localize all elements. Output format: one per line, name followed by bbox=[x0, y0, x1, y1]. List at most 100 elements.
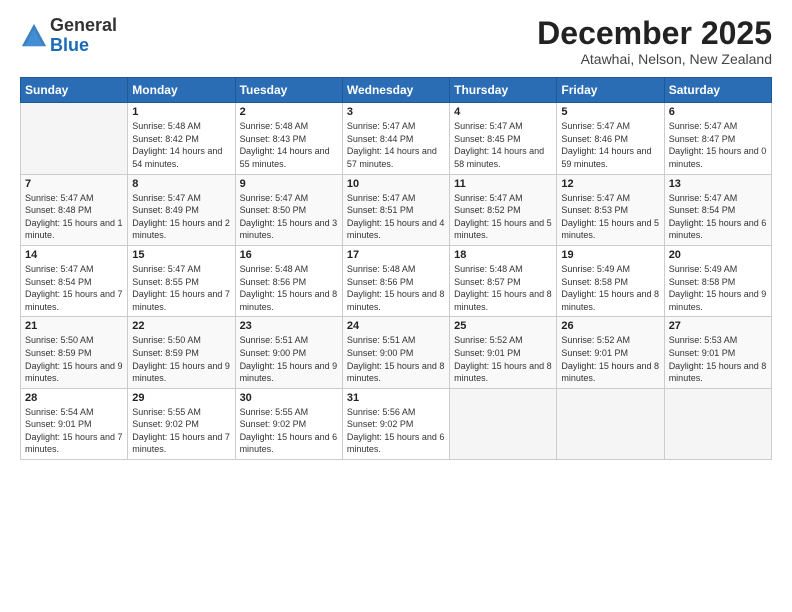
day-number: 1 bbox=[132, 106, 230, 118]
day-info: Sunrise: 5:50 AM Sunset: 8:59 PM Dayligh… bbox=[132, 334, 230, 384]
day-info: Sunrise: 5:50 AM Sunset: 8:59 PM Dayligh… bbox=[25, 334, 123, 384]
calendar-cell: 24 Sunrise: 5:51 AM Sunset: 9:00 PM Dayli… bbox=[342, 317, 449, 388]
calendar-cell: 27 Sunrise: 5:53 AM Sunset: 9:01 PM Dayli… bbox=[664, 317, 771, 388]
day-info: Sunrise: 5:52 AM Sunset: 9:01 PM Dayligh… bbox=[454, 334, 552, 384]
day-info: Sunrise: 5:47 AM Sunset: 8:44 PM Dayligh… bbox=[347, 120, 445, 170]
day-info: Sunrise: 5:47 AM Sunset: 8:48 PM Dayligh… bbox=[25, 192, 123, 242]
calendar-cell: 29 Sunrise: 5:55 AM Sunset: 9:02 PM Dayli… bbox=[128, 388, 235, 459]
day-info: Sunrise: 5:48 AM Sunset: 8:42 PM Dayligh… bbox=[132, 120, 230, 170]
calendar-cell: 18 Sunrise: 5:48 AM Sunset: 8:57 PM Dayli… bbox=[450, 245, 557, 316]
day-info: Sunrise: 5:53 AM Sunset: 9:01 PM Dayligh… bbox=[669, 334, 767, 384]
day-info: Sunrise: 5:49 AM Sunset: 8:58 PM Dayligh… bbox=[561, 263, 659, 313]
calendar-cell: 7 Sunrise: 5:47 AM Sunset: 8:48 PM Daylig… bbox=[21, 174, 128, 245]
day-number: 27 bbox=[669, 320, 767, 332]
logo: General Blue bbox=[20, 16, 117, 56]
calendar-week-row: 14 Sunrise: 5:47 AM Sunset: 8:54 PM Dayli… bbox=[21, 245, 772, 316]
calendar-cell: 4 Sunrise: 5:47 AM Sunset: 8:45 PM Daylig… bbox=[450, 103, 557, 174]
calendar-cell: 19 Sunrise: 5:49 AM Sunset: 8:58 PM Dayli… bbox=[557, 245, 664, 316]
day-number: 6 bbox=[669, 106, 767, 118]
day-info: Sunrise: 5:47 AM Sunset: 8:54 PM Dayligh… bbox=[25, 263, 123, 313]
day-info: Sunrise: 5:47 AM Sunset: 8:49 PM Dayligh… bbox=[132, 192, 230, 242]
day-number: 13 bbox=[669, 178, 767, 190]
calendar-day-header: Tuesday bbox=[235, 78, 342, 103]
day-info: Sunrise: 5:47 AM Sunset: 8:51 PM Dayligh… bbox=[347, 192, 445, 242]
calendar-cell: 16Sunrise: 5:48 AM Sunset: 8:56 PM Dayli… bbox=[235, 245, 342, 316]
calendar-cell: 14 Sunrise: 5:47 AM Sunset: 8:54 PM Dayli… bbox=[21, 245, 128, 316]
day-number: 5 bbox=[561, 106, 659, 118]
day-info: Sunrise: 5:47 AM Sunset: 8:46 PM Dayligh… bbox=[561, 120, 659, 170]
day-number: 25 bbox=[454, 320, 552, 332]
day-number: 24 bbox=[347, 320, 445, 332]
calendar-day-header: Wednesday bbox=[342, 78, 449, 103]
logo-icon bbox=[20, 22, 48, 50]
calendar-cell bbox=[450, 388, 557, 459]
day-number: 19 bbox=[561, 249, 659, 261]
day-info: Sunrise: 5:48 AM Sunset: 8:56 PM Dayligh… bbox=[240, 263, 338, 313]
calendar-cell: 5 Sunrise: 5:47 AM Sunset: 8:46 PM Daylig… bbox=[557, 103, 664, 174]
calendar-cell: 28 Sunrise: 5:54 AM Sunset: 9:01 PM Dayli… bbox=[21, 388, 128, 459]
day-info: Sunrise: 5:47 AM Sunset: 8:47 PM Dayligh… bbox=[669, 120, 767, 170]
calendar-cell: 13 Sunrise: 5:47 AM Sunset: 8:54 PM Dayli… bbox=[664, 174, 771, 245]
calendar-cell: 15Sunrise: 5:47 AM Sunset: 8:55 PM Dayli… bbox=[128, 245, 235, 316]
day-number: 30 bbox=[240, 392, 338, 404]
day-number: 4 bbox=[454, 106, 552, 118]
day-number: 9 bbox=[240, 178, 338, 190]
day-number: 20 bbox=[669, 249, 767, 261]
day-info: Sunrise: 5:47 AM Sunset: 8:50 PM Dayligh… bbox=[240, 192, 338, 242]
calendar-cell: 9 Sunrise: 5:47 AM Sunset: 8:50 PM Daylig… bbox=[235, 174, 342, 245]
calendar-week-row: 7 Sunrise: 5:47 AM Sunset: 8:48 PM Daylig… bbox=[21, 174, 772, 245]
page: General Blue December 2025 Atawhai, Nels… bbox=[0, 0, 792, 612]
day-info: Sunrise: 5:47 AM Sunset: 8:54 PM Dayligh… bbox=[669, 192, 767, 242]
logo-text: General Blue bbox=[50, 16, 117, 56]
calendar-cell: 10 Sunrise: 5:47 AM Sunset: 8:51 PM Dayli… bbox=[342, 174, 449, 245]
day-number: 29 bbox=[132, 392, 230, 404]
calendar-cell: 23Sunrise: 5:51 AM Sunset: 9:00 PM Dayli… bbox=[235, 317, 342, 388]
day-number: 18 bbox=[454, 249, 552, 261]
calendar-week-row: 21Sunrise: 5:50 AM Sunset: 8:59 PM Dayli… bbox=[21, 317, 772, 388]
day-number: 26 bbox=[561, 320, 659, 332]
day-info: Sunrise: 5:47 AM Sunset: 8:52 PM Dayligh… bbox=[454, 192, 552, 242]
calendar-day-header: Thursday bbox=[450, 78, 557, 103]
day-number: 14 bbox=[25, 249, 123, 261]
day-number: 12 bbox=[561, 178, 659, 190]
day-info: Sunrise: 5:48 AM Sunset: 8:43 PM Dayligh… bbox=[240, 120, 338, 170]
day-info: Sunrise: 5:51 AM Sunset: 9:00 PM Dayligh… bbox=[347, 334, 445, 384]
calendar-cell bbox=[557, 388, 664, 459]
day-number: 31 bbox=[347, 392, 445, 404]
calendar-week-row: 1 Sunrise: 5:48 AM Sunset: 8:42 PM Daylig… bbox=[21, 103, 772, 174]
calendar-table: SundayMondayTuesdayWednesdayThursdayFrid… bbox=[20, 77, 772, 460]
calendar-cell bbox=[21, 103, 128, 174]
calendar-cell: 12 Sunrise: 5:47 AM Sunset: 8:53 PM Dayli… bbox=[557, 174, 664, 245]
day-info: Sunrise: 5:47 AM Sunset: 8:55 PM Dayligh… bbox=[132, 263, 230, 313]
day-info: Sunrise: 5:51 AM Sunset: 9:00 PM Dayligh… bbox=[240, 334, 338, 384]
day-info: Sunrise: 5:48 AM Sunset: 8:57 PM Dayligh… bbox=[454, 263, 552, 313]
day-info: Sunrise: 5:52 AM Sunset: 9:01 PM Dayligh… bbox=[561, 334, 659, 384]
calendar-day-header: Monday bbox=[128, 78, 235, 103]
day-number: 28 bbox=[25, 392, 123, 404]
calendar-cell: 21Sunrise: 5:50 AM Sunset: 8:59 PM Dayli… bbox=[21, 317, 128, 388]
calendar-cell: 1 Sunrise: 5:48 AM Sunset: 8:42 PM Daylig… bbox=[128, 103, 235, 174]
day-info: Sunrise: 5:47 AM Sunset: 8:53 PM Dayligh… bbox=[561, 192, 659, 242]
day-number: 10 bbox=[347, 178, 445, 190]
logo-general-text: General bbox=[50, 15, 117, 35]
day-info: Sunrise: 5:49 AM Sunset: 8:58 PM Dayligh… bbox=[669, 263, 767, 313]
header: General Blue December 2025 Atawhai, Nels… bbox=[20, 16, 772, 67]
day-info: Sunrise: 5:47 AM Sunset: 8:45 PM Dayligh… bbox=[454, 120, 552, 170]
calendar-day-header: Sunday bbox=[21, 78, 128, 103]
location: Atawhai, Nelson, New Zealand bbox=[537, 51, 772, 67]
calendar-cell: 30Sunrise: 5:55 AM Sunset: 9:02 PM Dayli… bbox=[235, 388, 342, 459]
day-number: 7 bbox=[25, 178, 123, 190]
calendar-cell bbox=[664, 388, 771, 459]
day-info: Sunrise: 5:56 AM Sunset: 9:02 PM Dayligh… bbox=[347, 406, 445, 456]
calendar-cell: 3 Sunrise: 5:47 AM Sunset: 8:44 PM Daylig… bbox=[342, 103, 449, 174]
day-info: Sunrise: 5:48 AM Sunset: 8:56 PM Dayligh… bbox=[347, 263, 445, 313]
month-title: December 2025 bbox=[537, 16, 772, 51]
day-number: 3 bbox=[347, 106, 445, 118]
calendar-cell: 11 Sunrise: 5:47 AM Sunset: 8:52 PM Dayli… bbox=[450, 174, 557, 245]
day-number: 17 bbox=[347, 249, 445, 261]
day-info: Sunrise: 5:55 AM Sunset: 9:02 PM Dayligh… bbox=[132, 406, 230, 456]
calendar-header-row: SundayMondayTuesdayWednesdayThursdayFrid… bbox=[21, 78, 772, 103]
day-number: 11 bbox=[454, 178, 552, 190]
day-number: 22 bbox=[132, 320, 230, 332]
day-info: Sunrise: 5:54 AM Sunset: 9:01 PM Dayligh… bbox=[25, 406, 123, 456]
